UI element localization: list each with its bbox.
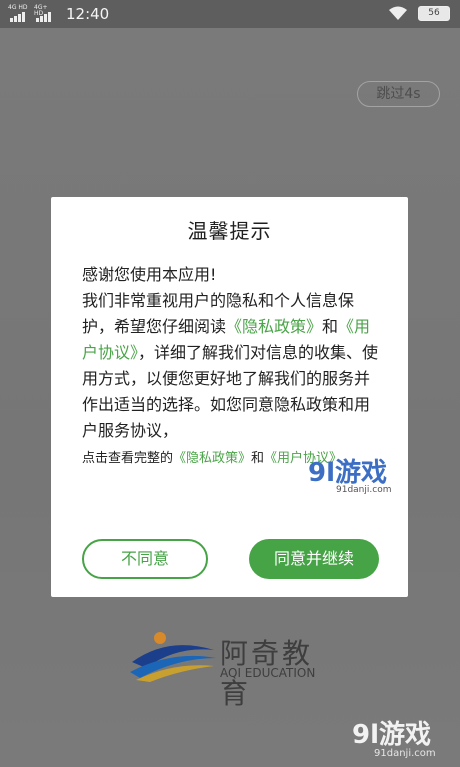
status-bar-left: 4G HD 4G+ HD 12:40	[8, 4, 110, 24]
disagree-button[interactable]: 不同意	[82, 539, 208, 579]
dialog-links-prefix: 点击查看完整的	[82, 451, 174, 466]
privacy-dialog: 温馨提示 感谢您使用本应用! 我们非常重视用户的隐私和个人信息保护，希望您仔细阅…	[51, 197, 408, 597]
watermark-mid: 9l游戏 91danji.com	[308, 452, 391, 495]
battery-level: 56	[428, 8, 440, 18]
dialog-and-text: 和	[322, 317, 339, 336]
dialog-paragraph: 我们非常重视用户的隐私和个人信息保护，希望您仔细阅读《隐私政策》和《用户协议》，…	[82, 288, 384, 444]
cellular-signal-icon: 4G HD	[8, 4, 30, 22]
skip-button[interactable]: 跳过4s	[357, 81, 440, 107]
status-bar-right: 56	[388, 6, 450, 21]
agree-continue-button[interactable]: 同意并继续	[249, 539, 379, 579]
battery-icon: 56	[418, 6, 450, 21]
privacy-policy-link[interactable]: 《隐私政策》	[173, 451, 251, 466]
cellular-signal-icon-2: 4G+ HD	[34, 5, 56, 22]
privacy-policy-link-inline[interactable]: 《隐私政策》	[226, 317, 322, 336]
signal-tag-1: 4G HD	[8, 4, 28, 11]
watermark-mid-main: 9l游戏	[308, 458, 388, 488]
dialog-title: 温馨提示	[187, 219, 272, 243]
status-bar: 4G HD 4G+ HD 12:40 56	[0, 0, 460, 28]
dialog-line-thanks: 感谢您使用本应用!	[82, 265, 217, 284]
logo-swoosh-icon	[130, 632, 216, 682]
watermark-bottom: 9l游戏 91danji.com	[352, 714, 436, 759]
watermark-mid-site: 91danji.com	[336, 485, 392, 495]
dialog-body: 感谢您使用本应用! 我们非常重视用户的隐私和个人信息保护，希望您仔细阅读《隐私政…	[82, 262, 384, 472]
wifi-icon	[389, 6, 407, 20]
watermark-bottom-site: 91danji.com	[374, 748, 436, 759]
dialog-links-and: 和	[251, 451, 265, 466]
logo-en-text: AQI EDUCATION	[220, 666, 316, 680]
status-time: 12:40	[66, 5, 110, 23]
watermark-bottom-main: 9l游戏	[352, 720, 432, 750]
aqi-education-logo: 阿奇教育 AQI EDUCATION	[128, 628, 338, 710]
